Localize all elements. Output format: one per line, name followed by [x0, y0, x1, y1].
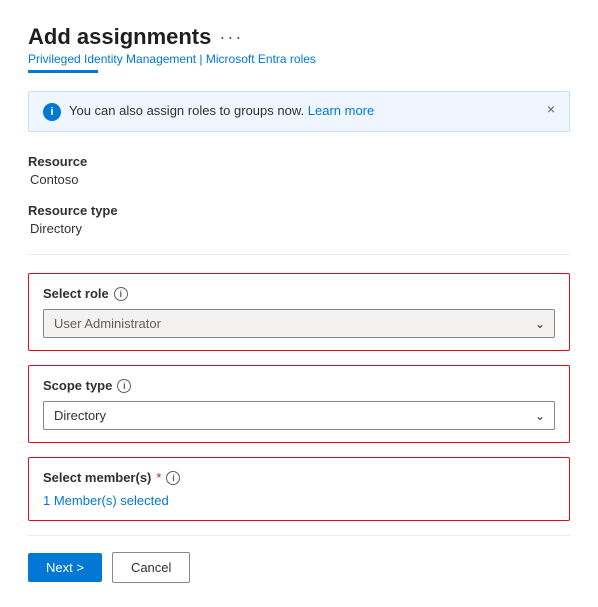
select-role-info-icon: i — [114, 287, 128, 301]
scope-type-info-icon: i — [117, 379, 131, 393]
info-banner-text: You can also assign roles to groups now.… — [69, 102, 374, 120]
page-title-row: Add assignments ··· — [28, 24, 570, 50]
title-underline — [28, 70, 98, 73]
select-members-label: Select member(s) — [43, 470, 151, 485]
info-banner: i You can also assign roles to groups no… — [28, 91, 570, 132]
footer-buttons: Next > Cancel — [28, 552, 570, 583]
resource-label: Resource — [28, 154, 570, 169]
cancel-button[interactable]: Cancel — [112, 552, 190, 583]
scope-type-label: Scope type — [43, 378, 112, 393]
resource-type-value: Directory — [28, 221, 570, 236]
info-banner-close-button[interactable]: × — [547, 102, 555, 116]
select-members-section: Select member(s) * i 1 Member(s) selecte… — [28, 457, 570, 521]
learn-more-link[interactable]: Learn more — [308, 103, 374, 118]
required-star: * — [156, 470, 161, 485]
resource-field: Resource Contoso — [28, 154, 570, 187]
select-role-section: Select role i User Administrator Global … — [28, 273, 570, 351]
select-role-dropdown[interactable]: User Administrator Global Administrator … — [43, 309, 555, 338]
resource-type-field: Resource type Directory — [28, 203, 570, 236]
resource-type-label: Resource type — [28, 203, 570, 218]
breadcrumb: Privileged Identity Management | Microso… — [28, 52, 570, 66]
more-options-icon[interactable]: ··· — [219, 27, 243, 48]
footer-divider — [28, 535, 570, 536]
members-selected-text[interactable]: 1 Member(s) selected — [43, 493, 555, 508]
scope-type-section: Scope type i Directory Administrative Un… — [28, 365, 570, 443]
page-title: Add assignments — [28, 24, 211, 50]
scope-type-wrapper: Directory Administrative Unit ⌄ — [43, 401, 555, 430]
select-role-label: Select role — [43, 286, 109, 301]
scope-type-dropdown[interactable]: Directory Administrative Unit — [43, 401, 555, 430]
next-button[interactable]: Next > — [28, 553, 102, 582]
resource-value: Contoso — [28, 172, 570, 187]
info-circle-icon: i — [43, 103, 61, 121]
select-members-info-icon: i — [166, 471, 180, 485]
section-divider-1 — [28, 254, 570, 255]
select-role-wrapper: User Administrator Global Administrator … — [43, 309, 555, 338]
